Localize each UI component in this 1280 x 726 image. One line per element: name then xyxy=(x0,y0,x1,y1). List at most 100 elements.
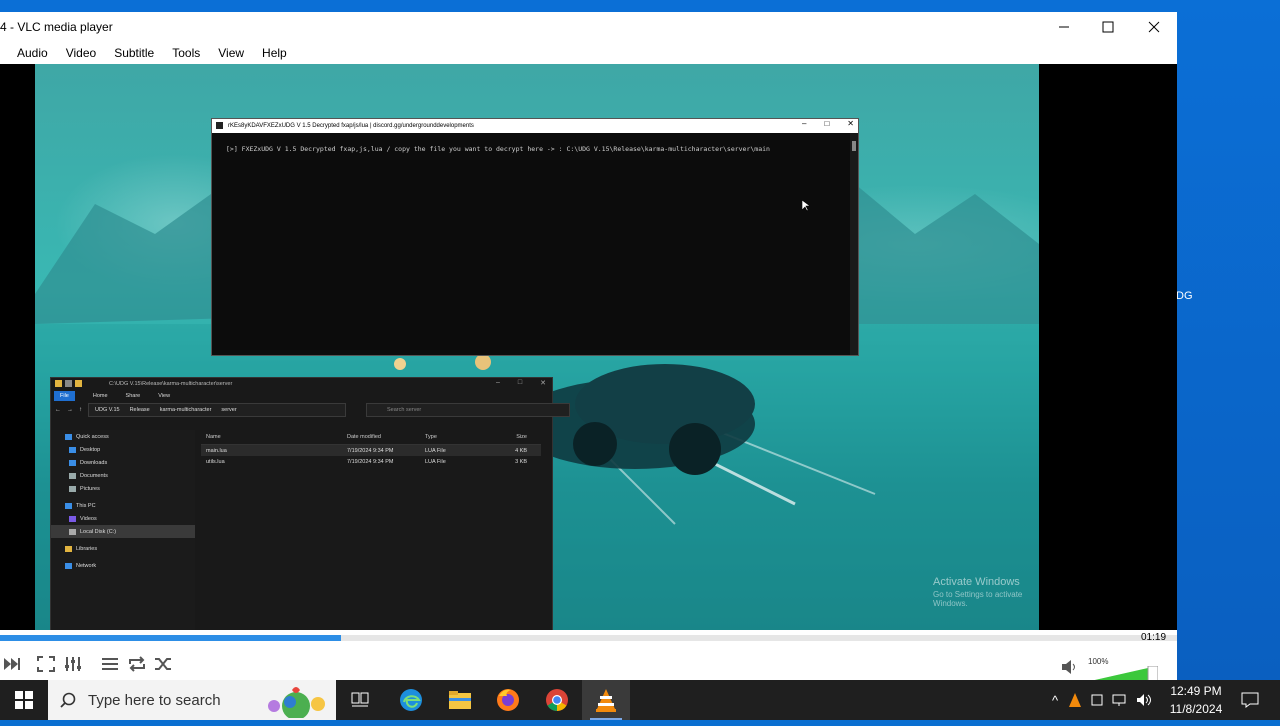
shuffle-button[interactable] xyxy=(151,654,175,674)
explorer-address-bar: UDG V.15 Release karma-multicharacter se… xyxy=(88,403,346,417)
mouse-cursor-icon xyxy=(802,200,810,212)
chrome-icon xyxy=(546,689,568,711)
path-segment: UDG V.15 xyxy=(95,407,120,413)
menu-tools[interactable]: Tools xyxy=(163,46,209,60)
file-size: 3 KB xyxy=(515,458,527,465)
activate-windows-title: Activate Windows xyxy=(933,576,1020,588)
file-list-header: Name Date modified Type Size xyxy=(201,430,541,445)
ribbon-share-tab: Share xyxy=(125,393,141,399)
nav-downloads: Downloads xyxy=(51,456,195,469)
explorer-ribbon: File Home Share View xyxy=(51,390,552,402)
show-hidden-icons-icon[interactable]: ^ xyxy=(1046,693,1064,708)
vlc-taskbar-button[interactable] xyxy=(582,680,630,720)
seek-bar[interactable] xyxy=(0,632,1177,642)
menu-video[interactable]: Video xyxy=(57,46,105,60)
console-scrollbar xyxy=(850,133,858,355)
fullscreen-icon xyxy=(37,656,55,672)
forward-arrow-icon: → xyxy=(67,407,73,413)
window-title: 4 - VLC media player xyxy=(0,20,113,34)
explorer-file-list: Name Date modified Type Size main.lua 7/… xyxy=(201,430,541,630)
up-arrow-icon: ↑ xyxy=(79,407,82,413)
clock-time: 12:49 PM xyxy=(1170,684,1222,698)
file-date: 7/19/2024 9:34 PM xyxy=(347,447,394,454)
explorer-title-bar: C:\UDG V.15\Release\karma-multicharacter… xyxy=(51,378,552,390)
equalizer-icon xyxy=(65,657,81,671)
firefox-button[interactable] xyxy=(484,680,532,720)
elapsed-time: 01:19 xyxy=(1141,632,1167,643)
video-area[interactable]: Activate Windows Go to Settings to activ… xyxy=(0,64,1177,630)
device-icon[interactable] xyxy=(1090,693,1104,707)
nav-this-pc: This PC xyxy=(51,499,195,512)
fullscreen-button[interactable] xyxy=(34,654,58,674)
menu-subtitle[interactable]: Subtitle xyxy=(105,46,163,60)
column-type: Type xyxy=(425,434,437,440)
nav-local-disk: Local Disk (C:) xyxy=(51,525,195,538)
file-name: main.lua xyxy=(206,447,227,454)
ribbon-view-tab: View xyxy=(158,393,171,399)
next-frame-button[interactable] xyxy=(0,654,24,674)
minimize-button[interactable] xyxy=(1041,12,1087,42)
taskbar-search[interactable]: Type here to search xyxy=(48,680,336,720)
extended-settings-button[interactable] xyxy=(61,654,85,674)
nav-desktop: Desktop xyxy=(51,443,195,456)
console-maximize-icon: □ xyxy=(824,119,830,128)
windows-logo-icon xyxy=(15,691,33,709)
nav-network: Network xyxy=(51,559,195,572)
menu-view[interactable]: View xyxy=(209,46,253,60)
search-highlight-icon xyxy=(268,687,325,718)
title-bar: 4 - VLC media player xyxy=(0,12,1177,42)
path-segment: server xyxy=(221,407,237,413)
task-view-button[interactable] xyxy=(336,680,384,720)
explorer-nav-pane: Quick access Desktop Downloads Documents… xyxy=(51,430,195,630)
menu-help[interactable]: Help xyxy=(253,46,296,60)
file-row: main.lua 7/19/2024 9:34 PM LUA File 4 KB xyxy=(201,445,541,456)
clock-date: 11/8/2024 xyxy=(1169,702,1223,716)
playlist-icon xyxy=(102,658,118,670)
activate-windows-subtitle: Go to Settings to activate Windows. xyxy=(933,590,1023,608)
console-output: [>] FXEZxUDG V 1.5 Decrypted fxap,js,lua… xyxy=(226,145,770,153)
explorer-title: C:\UDG V.15\Release\karma-multicharacter… xyxy=(109,381,233,387)
vlc-window: 4 - VLC media player Audio Video Subtitl… xyxy=(0,12,1177,682)
task-view-icon xyxy=(351,692,369,707)
file-type: LUA File xyxy=(425,458,446,465)
maximize-button[interactable] xyxy=(1085,12,1131,42)
notifications-button[interactable] xyxy=(1226,680,1274,720)
volume-level: 100% xyxy=(1088,657,1109,666)
loop-button[interactable] xyxy=(125,654,149,674)
search-placeholder: Type here to search xyxy=(88,691,221,709)
path-segment: karma-multicharacter xyxy=(159,407,212,413)
column-name: Name xyxy=(206,434,221,440)
file-explorer-button[interactable] xyxy=(436,680,484,720)
edge-button[interactable] xyxy=(387,680,435,720)
file-date: 7/19/2024 9:34 PM xyxy=(347,458,394,465)
console-title: rKEs8yKDAVFXEZxUDG V 1.5 Decrypted fxap/… xyxy=(228,123,474,129)
firefox-icon xyxy=(497,689,519,711)
minimize-icon xyxy=(1059,26,1069,28)
start-button[interactable] xyxy=(0,680,48,720)
close-button[interactable] xyxy=(1131,12,1177,42)
explorer-window-buttons: – □ ✕ xyxy=(495,379,546,387)
file-name: utils.lua xyxy=(206,458,225,465)
back-arrow-icon: ← xyxy=(55,407,61,413)
console-minimize-icon: – xyxy=(802,119,807,128)
console-icon xyxy=(216,122,223,129)
console-window-buttons: – □ ✕ xyxy=(802,119,854,128)
shuffle-icon xyxy=(155,658,171,670)
speaker-icon[interactable] xyxy=(1136,693,1152,707)
nav-quick-access: Quick access xyxy=(51,430,195,443)
file-type: LUA File xyxy=(425,447,446,454)
playlist-button[interactable] xyxy=(98,654,122,674)
notification-icon xyxy=(1241,692,1259,708)
maximize-icon xyxy=(1102,21,1114,33)
vlc-tray-icon[interactable] xyxy=(1068,692,1082,708)
volume-icon[interactable] xyxy=(1062,660,1078,674)
nav-documents: Documents xyxy=(51,469,195,482)
console-window: rKEs8yKDAVFXEZxUDG V 1.5 Decrypted fxap/… xyxy=(211,118,859,356)
network-icon[interactable] xyxy=(1112,693,1128,707)
taskbar-clock[interactable]: 12:49 PM 11/8/2024 xyxy=(1166,682,1226,718)
menu-bar: Audio Video Subtitle Tools View Help xyxy=(0,42,1185,64)
menu-audio[interactable]: Audio xyxy=(8,46,57,60)
chrome-button[interactable] xyxy=(533,680,581,720)
skip-forward-icon xyxy=(4,658,20,670)
desktop-icon-label[interactable]: DG xyxy=(1176,290,1193,302)
